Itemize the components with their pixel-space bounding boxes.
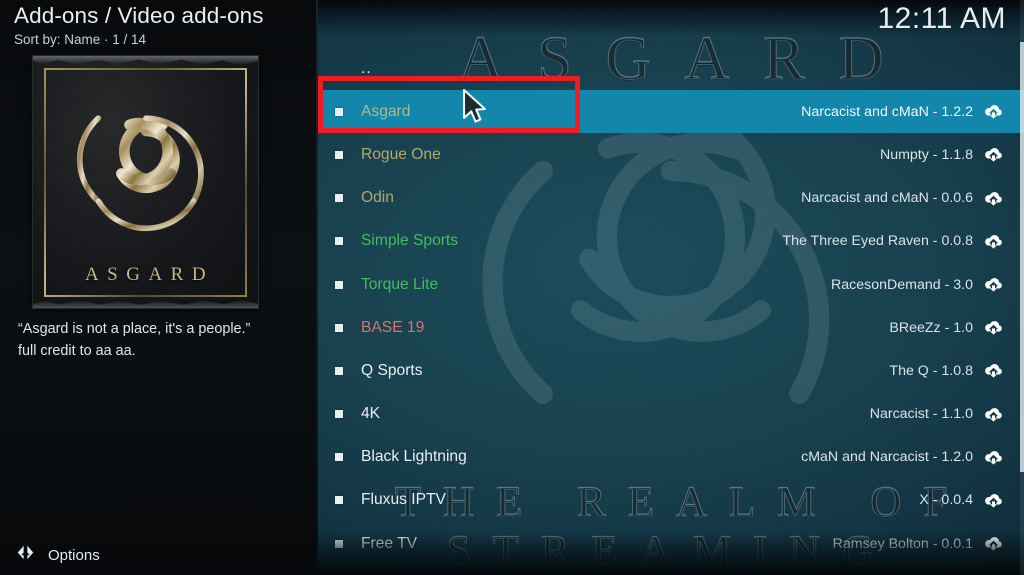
list-item-label: Fluxus IPTV — [361, 491, 446, 509]
thumbnail-title: ASGARD — [84, 264, 215, 285]
cloud-download-icon[interactable] — [984, 104, 1003, 119]
list-item-label: .. — [361, 59, 372, 77]
bottom-vignette — [318, 531, 1024, 575]
cloud-download-icon[interactable] — [984, 450, 1003, 465]
list-item-4k[interactable]: 4K Narcacist - 1.1.0 — [318, 393, 1024, 436]
list-item-rogue-one[interactable]: Rogue One Numpty - 1.1.8 — [318, 133, 1024, 176]
addon-list[interactable]: .. Asgard Narcacist and cMaN - 1.2.2 Rog… — [318, 47, 1024, 575]
bullet-icon — [335, 366, 343, 375]
options-button[interactable]: Options — [0, 535, 318, 575]
list-item-label: Torque Lite — [361, 275, 439, 293]
list-item-base-19[interactable]: BASE 19 BReeZz - 1.0 — [318, 306, 1024, 349]
page-title: Add-ons / Video add-ons — [14, 3, 264, 28]
list-item-odin[interactable]: Odin Narcacist and cMaN - 0.0.6 — [318, 177, 1024, 220]
list-item-torque-lite[interactable]: Torque Lite RacesonDemand - 3.0 — [318, 263, 1024, 306]
list-item-label: BASE 19 — [361, 318, 425, 336]
kodi-video-addons-screen: ASGARD THE REALM OF STREAMING .. Asgard … — [0, 0, 1024, 575]
list-item-version: cMaN and Narcacist - 1.2.0 — [801, 449, 973, 466]
list-item-version: BReeZz - 1.0 — [889, 319, 973, 336]
list-item-label: 4K — [361, 405, 381, 423]
list-item-version: X - 0.0.4 — [919, 492, 973, 509]
bullet-icon — [335, 410, 343, 419]
cloud-download-icon[interactable] — [984, 191, 1003, 206]
clock: 12:11 AM — [877, 2, 1006, 35]
options-label: Options — [48, 546, 100, 564]
addon-description: “Asgard is not a place, it's a people.” … — [18, 318, 304, 362]
list-item-fluxus-iptv[interactable]: Fluxus IPTV X - 0.0.4 — [318, 479, 1024, 522]
list-item-label: Black Lightning — [361, 448, 467, 466]
list-item-version: The Three Eyed Raven - 0.0.8 — [782, 233, 973, 250]
list-item-version: The Q - 1.0.8 — [889, 362, 973, 379]
list-item-label: Asgard — [361, 102, 411, 120]
sort-info: Sort by: Name · 1 / 14 — [14, 32, 147, 47]
list-item-label: Odin — [361, 189, 394, 207]
info-sidebar: Add-ons / Video add-ons Sort by: Name · … — [0, 0, 318, 575]
cloud-download-icon[interactable] — [984, 363, 1003, 379]
list-item-black-lightning[interactable]: Black Lightning cMaN and Narcacist - 1.2… — [318, 436, 1024, 479]
list-item-parent-directory[interactable]: .. — [318, 47, 1024, 90]
bullet-icon — [335, 496, 343, 505]
triple-horn-of-odin-icon — [71, 103, 221, 250]
list-item-simple-sports[interactable]: Simple Sports The Three Eyed Raven - 0.0… — [318, 220, 1024, 263]
addon-thumbnail: ASGARD — [33, 56, 258, 308]
list-item-version: Narcacist and cMaN - 1.2.2 — [801, 103, 973, 120]
vertical-scrollbar[interactable] — [1020, 0, 1024, 575]
cloud-download-icon[interactable] — [984, 234, 1003, 249]
description-line-2: full credit to aa aa. — [18, 343, 136, 359]
bullet-icon — [335, 280, 343, 289]
bullet-icon — [335, 150, 343, 159]
bullet-icon — [335, 107, 343, 116]
breadcrumb-header: Add-ons / Video add-ons Sort by: Name · … — [14, 2, 314, 49]
cloud-download-icon[interactable] — [984, 493, 1003, 508]
list-item-version: Narcacist and cMaN - 0.0.6 — [801, 190, 973, 207]
list-item-version: Numpty - 1.1.8 — [879, 146, 973, 163]
list-item-label: Q Sports — [361, 361, 423, 379]
list-item-label: Simple Sports — [361, 232, 459, 250]
cloud-download-icon[interactable] — [984, 320, 1003, 335]
list-item-version: Narcacist - 1.1.0 — [869, 406, 973, 423]
bullet-icon — [335, 237, 343, 246]
list-item-q-sports[interactable]: Q Sports The Q - 1.0.8 — [318, 349, 1024, 392]
bullet-icon — [335, 453, 343, 462]
left-right-arrows-icon — [16, 544, 35, 566]
cloud-download-icon[interactable] — [984, 147, 1003, 163]
bullet-icon — [335, 194, 343, 203]
list-item-label: Rogue One — [361, 145, 441, 163]
list-item-version: RacesonDemand - 3.0 — [831, 276, 973, 293]
cloud-download-icon[interactable] — [984, 277, 1003, 292]
scrollbar-thumb[interactable] — [1020, 42, 1024, 472]
cloud-download-icon[interactable] — [984, 407, 1003, 422]
bullet-icon — [335, 323, 343, 332]
list-item-asgard[interactable]: Asgard Narcacist and cMaN - 1.2.2 — [318, 90, 1024, 134]
description-line-1: “Asgard is not a place, it's a people.” — [18, 321, 251, 337]
addon-list-panel: ASGARD THE REALM OF STREAMING .. Asgard … — [318, 0, 1024, 575]
